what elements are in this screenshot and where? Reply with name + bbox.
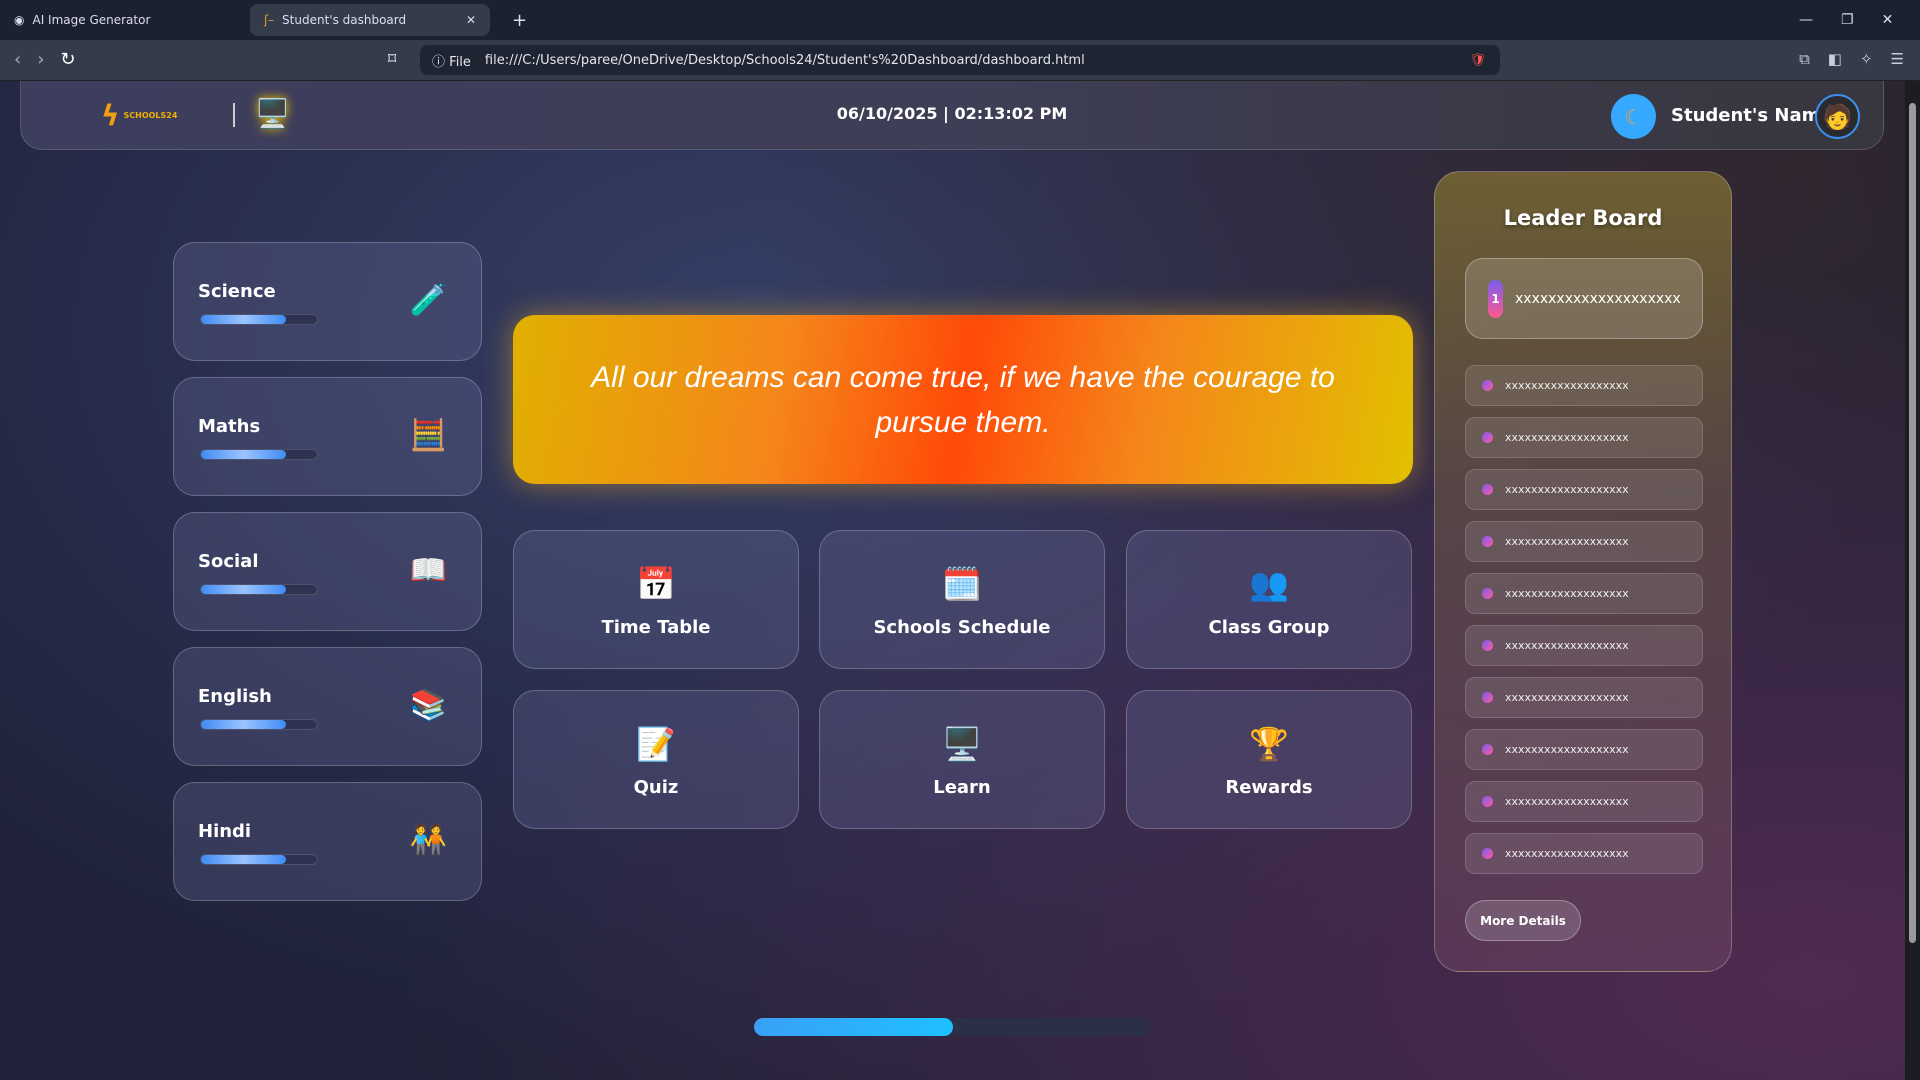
calendar-icon: 📅: [636, 565, 676, 603]
rank-dot-icon: [1482, 692, 1493, 703]
dashboard-page: ϟ SCHOOLS24 🖥️ 06/10/2025 | 02:13:02 PM …: [0, 81, 1905, 1080]
leaderboard-row: xxxxxxxxxxxxxxxxxxx: [1465, 729, 1703, 770]
group-icon: 👥: [1249, 565, 1289, 603]
leaderboard-row: xxxxxxxxxxxxxxxxxxx: [1465, 417, 1703, 458]
forward-icon[interactable]: ›: [37, 49, 44, 70]
subject-card-social[interactable]: Social 📖: [173, 512, 482, 631]
sidebar-icon[interactable]: ◧: [1828, 50, 1842, 68]
progress-bar: [200, 854, 318, 865]
rank-dot-icon: [1482, 640, 1493, 651]
rank-dot-icon: [1482, 432, 1493, 443]
science-icon: 🧪: [409, 283, 447, 318]
maths-icon: 🧮: [409, 418, 447, 453]
book-icon: 📖: [409, 553, 447, 588]
tile-schools-schedule[interactable]: 🗓️ Schools Schedule: [819, 530, 1105, 669]
new-tab-button[interactable]: +: [498, 4, 541, 36]
brave-shield-icon[interactable]: 🛡: [1469, 53, 1486, 68]
scrollbar[interactable]: [1905, 81, 1920, 1080]
subject-card-hindi[interactable]: Hindi 🧑‍🤝‍🧑: [173, 782, 482, 901]
learning-icon: 🖥️: [255, 97, 290, 130]
leo-icon[interactable]: ✧: [1860, 50, 1873, 68]
avatar[interactable]: 🧑: [1815, 94, 1860, 139]
minimize-button[interactable]: —: [1799, 12, 1813, 28]
tile-class-group[interactable]: 👥 Class Group: [1126, 530, 1412, 669]
schedule-icon: 🗓️: [942, 565, 982, 603]
rank-dot-icon: [1482, 796, 1493, 807]
datetime: 06/10/2025 | 02:13:02 PM: [836, 104, 1068, 123]
books-icon: 📚: [409, 688, 447, 723]
leaderboard-row: xxxxxxxxxxxxxxxxxxx: [1465, 469, 1703, 510]
subject-card-science[interactable]: Science 🧪: [173, 242, 482, 361]
leaderboard-row: xxxxxxxxxxxxxxxxxxx: [1465, 625, 1703, 666]
url-bar[interactable]: ⓘ File file:///C:/Users/paree/OneDrive/D…: [420, 45, 1500, 75]
tile-rewards[interactable]: 🏆 Rewards: [1126, 690, 1412, 829]
subject-card-maths[interactable]: Maths 🧮: [173, 377, 482, 496]
rank-dot-icon: [1482, 536, 1493, 547]
tile-learn[interactable]: 🖥️ Learn: [819, 690, 1105, 829]
rank-dot-icon: [1482, 588, 1493, 599]
overall-progress-bar: [754, 1018, 1151, 1036]
top-header: ϟ SCHOOLS24 🖥️ 06/10/2025 | 02:13:02 PM …: [20, 81, 1884, 150]
trophy-icon: 🏆: [1249, 725, 1289, 763]
favicon-icon: ʃ–: [264, 13, 275, 27]
leaderboard-row: xxxxxxxxxxxxxxxxxxx: [1465, 573, 1703, 614]
subject-card-english[interactable]: English 📚: [173, 647, 482, 766]
leader-board: Leader Board 1 xxxxxxxxxxxxxxxxxxxx xxxxx…: [1434, 171, 1732, 972]
divider: [233, 103, 235, 127]
people-icon: 🧑‍🤝‍🧑: [409, 823, 447, 858]
close-window-button[interactable]: ✕: [1882, 12, 1894, 28]
rank-dot-icon: [1482, 744, 1493, 755]
leaderboard-row: xxxxxxxxxxxxxxxxxxx: [1465, 365, 1703, 406]
motivational-quote: All our dreams can come true, if we have…: [513, 315, 1413, 484]
leaderboard-row: xxxxxxxxxxxxxxxxxxx: [1465, 781, 1703, 822]
screenshot-icon[interactable]: ⧉: [1799, 50, 1810, 68]
leaderboard-row: xxxxxxxxxxxxxxxxxxx: [1465, 521, 1703, 562]
quiz-icon: 📝: [636, 725, 676, 763]
menu-icon[interactable]: ☰: [1891, 50, 1904, 68]
progress-bar: [200, 314, 318, 325]
bookmark-icon[interactable]: ⌑: [388, 49, 396, 68]
leaderboard-top-entry: 1 xxxxxxxxxxxxxxxxxxxx: [1465, 258, 1703, 339]
overall-progress-fill: [754, 1018, 953, 1036]
app-icon: ◉: [14, 13, 25, 27]
restore-button[interactable]: ❐: [1841, 12, 1854, 28]
reload-icon[interactable]: ↻: [60, 49, 75, 70]
rank-dot-icon: [1482, 484, 1493, 495]
progress-bar: [200, 584, 318, 595]
browser-tab-bar: ◉ AI Image Generator ʃ– Student's dashboar…: [0, 0, 1920, 40]
tab-ai-image-generator[interactable]: ◉ AI Image Generator: [0, 4, 250, 36]
close-tab-icon[interactable]: ✕: [466, 13, 476, 27]
scrollbar-thumb[interactable]: [1909, 103, 1916, 943]
rank-medal-icon: 1: [1488, 279, 1503, 318]
progress-bar: [200, 719, 318, 730]
tile-time-table[interactable]: 📅 Time Table: [513, 530, 799, 669]
tab-students-dashboard[interactable]: ʃ– Student's dashboard ✕: [250, 4, 490, 36]
leaderboard-row: xxxxxxxxxxxxxxxxxxx: [1465, 833, 1703, 874]
user-name: Student's Name: [1671, 105, 1833, 126]
info-icon: ⓘ: [432, 54, 446, 70]
more-details-button[interactable]: More Details: [1465, 900, 1581, 941]
logo: ϟ SCHOOLS24: [101, 99, 178, 132]
theme-toggle-moon-icon[interactable]: ☾: [1611, 94, 1656, 139]
address-bar-area: ‹ › ↻ ⌑ ⓘ File file:///C:/Users/paree/OneD…: [0, 40, 1920, 81]
back-icon[interactable]: ‹: [14, 49, 21, 70]
leaderboard-row: xxxxxxxxxxxxxxxxxxx: [1465, 677, 1703, 718]
progress-bar: [200, 449, 318, 460]
learn-icon: 🖥️: [942, 725, 982, 763]
url-text: file:///C:/Users/paree/OneDrive/Desktop/…: [484, 52, 1085, 68]
rank-dot-icon: [1482, 380, 1493, 391]
tile-quiz[interactable]: 📝 Quiz: [513, 690, 799, 829]
rank-dot-icon: [1482, 848, 1493, 859]
